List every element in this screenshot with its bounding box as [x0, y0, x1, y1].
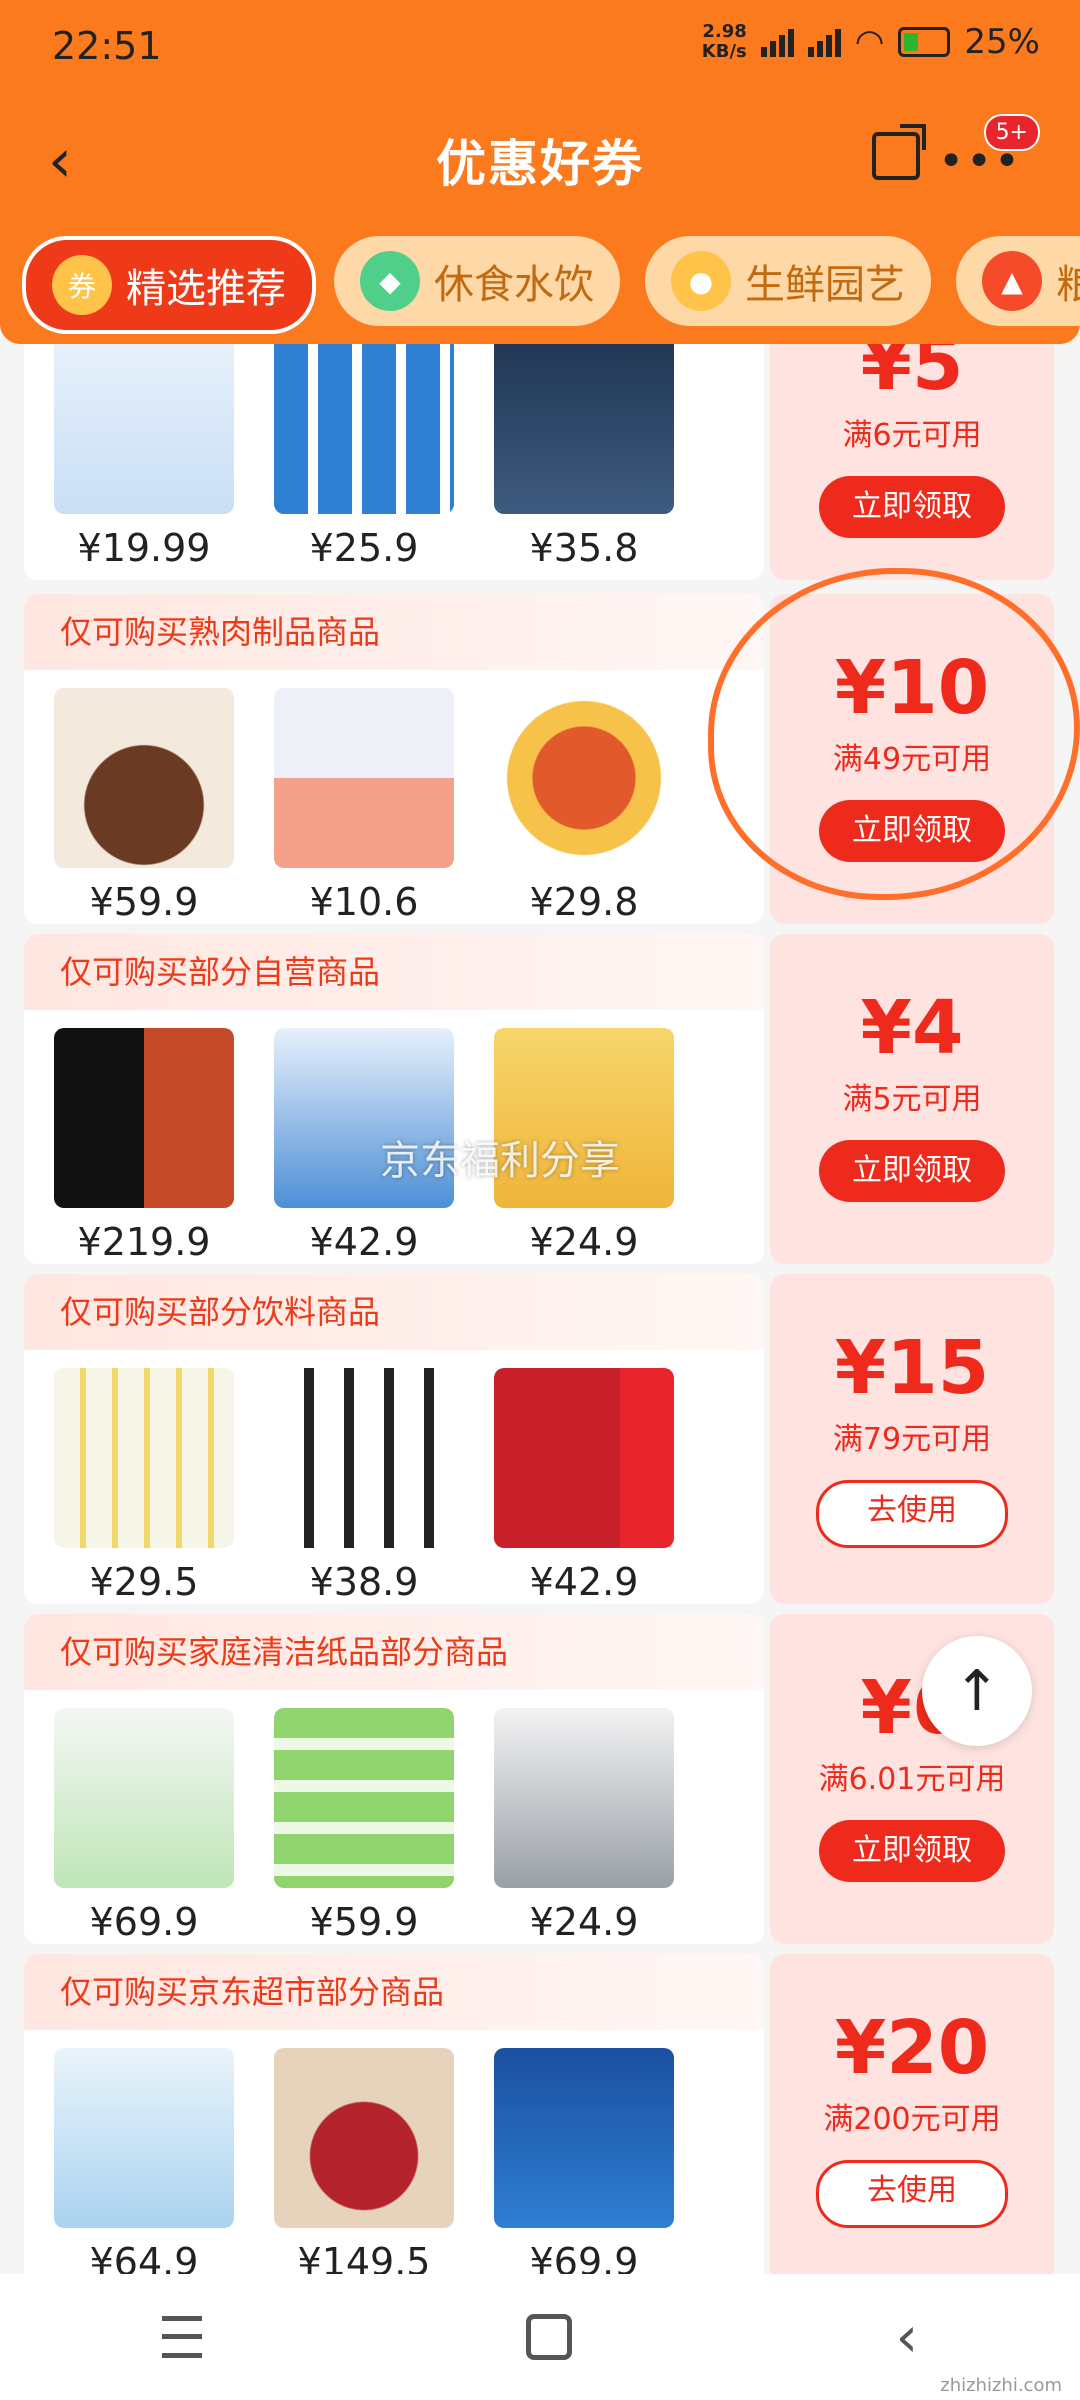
tab-fresh-garden[interactable]: ● 生鲜园艺	[645, 236, 931, 326]
coupon-amount: ¥4	[860, 985, 964, 1071]
product-item[interactable]: ¥35.8	[474, 344, 694, 570]
product-row: ¥64.9 ¥149.5 ¥69.9	[24, 2030, 764, 2274]
card-title: 仅可购买京东超市部分商品	[24, 1954, 764, 2030]
coupon-amount: ¥15	[834, 1325, 990, 1411]
coupon-icon: 券	[52, 255, 112, 315]
claim-button[interactable]: 立即领取	[819, 1820, 1005, 1882]
card-title: 仅可购买部分饮料商品	[24, 1274, 764, 1350]
signal-icon	[760, 27, 794, 57]
arrow-up-icon: ↑	[953, 1658, 1001, 1724]
use-button[interactable]: 去使用	[816, 2160, 1008, 2228]
site-watermark: zhizhizhi.com	[940, 2375, 1062, 2396]
coupon-panel: ¥20 满200元可用 去使用	[770, 1954, 1054, 2274]
product-item[interactable]: ¥38.9	[254, 1350, 474, 1604]
home-icon[interactable]	[525, 2314, 572, 2360]
product-item[interactable]: ¥25.9	[254, 344, 474, 570]
battery-level: 25%	[964, 22, 1040, 62]
product-item[interactable]: ¥219.9	[34, 1010, 254, 1264]
product-image	[274, 1368, 454, 1548]
product-image	[274, 344, 454, 514]
product-item[interactable]: ¥24.9	[474, 1690, 694, 1944]
product-item[interactable]: ¥19.99	[34, 344, 254, 570]
coupon-panel: ¥4 满5元可用 立即领取	[770, 934, 1054, 1264]
product-image	[274, 1708, 454, 1888]
product-image	[54, 688, 234, 868]
signal-icon-2	[807, 27, 841, 57]
product-image	[54, 1708, 234, 1888]
share-icon[interactable]	[872, 124, 926, 180]
product-image	[494, 688, 674, 868]
product-image	[54, 1368, 234, 1548]
product-image	[494, 344, 674, 514]
product-item[interactable]: ¥59.9	[34, 670, 254, 924]
product-image	[54, 1028, 234, 1208]
product-image	[494, 1368, 674, 1548]
coupon-amount: ¥20	[834, 2005, 990, 2091]
card-title: 仅可购买熟肉制品商品	[24, 594, 764, 670]
product-image	[54, 2048, 234, 2228]
product-item[interactable]: ¥64.9	[34, 2030, 254, 2274]
product-row: ¥69.9 ¥59.9 ¥24.9	[24, 1690, 764, 1944]
tab-featured[interactable]: 券精选推荐	[22, 236, 316, 334]
product-row: ¥59.9 ¥10.6 ¥29.8	[24, 670, 764, 924]
product-image	[274, 688, 454, 868]
coupon-card: 仅可购买京东超市部分商品 ¥64.9 ¥149.5 ¥69.9	[24, 1954, 764, 2274]
drink-icon: ◆	[360, 251, 420, 311]
claim-button[interactable]: 立即领取	[819, 1140, 1005, 1202]
tab-snacks-drinks[interactable]: ◆ 休食水饮	[334, 236, 620, 326]
product-item[interactable]: ¥10.6	[254, 670, 474, 924]
menu-icon[interactable]	[161, 2316, 202, 2358]
grain-icon: ▲	[982, 251, 1042, 311]
coupon-amount: ¥5	[860, 344, 964, 407]
coupon-panel: ¥15 满79元可用 去使用	[770, 1274, 1054, 1604]
product-item[interactable]: ¥29.8	[474, 670, 694, 924]
product-image	[494, 1708, 674, 1888]
product-item[interactable]: ¥149.5	[254, 2030, 474, 2274]
status-time: 22:51	[52, 24, 162, 68]
coupon-condition: 满200元可用	[823, 2102, 1001, 2137]
coupon-card: 仅可购买熟肉制品商品 ¥59.9 ¥10.6 ¥29.8	[24, 594, 764, 924]
status-icons: 2.98 KB/s ◠ 25%	[701, 21, 1040, 63]
coupon-condition: 满6元可用	[842, 418, 982, 453]
watermark-text: 京东福利分享	[380, 1138, 620, 1184]
product-image	[54, 344, 234, 514]
network-speed: 2.98 KB/s	[701, 21, 747, 62]
coupon-condition: 满5元可用	[842, 1082, 982, 1117]
product-image	[274, 2048, 454, 2228]
coupon-panel: ¥5 满6元可用 立即领取	[770, 344, 1054, 580]
wifi-icon: ◠	[854, 22, 885, 62]
product-item[interactable]: ¥59.9	[254, 1690, 474, 1944]
product-item[interactable]: ¥69.9	[34, 1690, 254, 1944]
product-item[interactable]: ¥69.9	[474, 2030, 694, 2274]
use-button[interactable]: 去使用	[816, 1480, 1008, 1548]
card-title: 仅可购买部分自营商品	[24, 934, 764, 1010]
card-title: 仅可购买家庭清洁纸品部分商品	[24, 1614, 764, 1690]
claim-button[interactable]: 立即领取	[819, 476, 1005, 538]
product-item[interactable]: ¥42.9	[474, 1350, 694, 1604]
coupon-condition: 满79元可用	[832, 1422, 992, 1457]
coupon-card: 仅可购买家庭清洁纸品部分商品 ¥69.9 ¥59.9 ¥24.9	[24, 1614, 764, 1944]
header: ‹ 优惠好券 ••• 5+	[0, 96, 1080, 220]
message-badge: 5+	[983, 114, 1040, 151]
product-image	[494, 2048, 674, 2228]
coupon-card: 仅可购买部分饮料商品 ¥29.5 ¥38.9 ¥42.9	[24, 1274, 764, 1604]
fruit-icon: ●	[671, 251, 731, 311]
product-item[interactable]: ¥29.5	[34, 1350, 254, 1604]
system-nav-bar: ‹ zhizhizhi.com	[0, 2274, 1080, 2400]
battery-icon	[898, 27, 951, 57]
coupon-card: ¥19.99 ¥25.9 ¥35.8	[24, 344, 764, 580]
back-icon[interactable]: ‹	[896, 2305, 918, 2370]
product-row: ¥29.5 ¥38.9 ¥42.9	[24, 1350, 764, 1604]
status-bar: 22:51 2.98 KB/s ◠ 25%	[0, 0, 1080, 96]
product-row: ¥19.99 ¥25.9 ¥35.8	[24, 344, 764, 570]
tab-grain[interactable]: ▲ 粮	[956, 236, 1080, 326]
scroll-top-button[interactable]: ↑	[922, 1636, 1032, 1746]
coupon-condition: 满6.01元可用	[818, 1762, 1006, 1797]
category-tabs: 券精选推荐 ◆ 休食水饮 ● 生鲜园艺 ▲ 粮	[0, 220, 1080, 344]
coupon-card: 仅可购买部分自营商品 ¥219.9 ¥42.9 ¥24.9	[24, 934, 764, 1264]
